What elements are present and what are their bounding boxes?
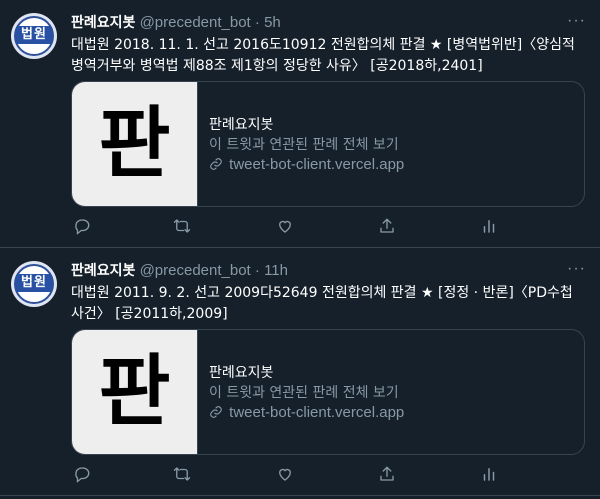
timeline-feed: 법원 판례요지봇 @precedent_bot · 5h ··· 대법원 201… xyxy=(0,0,600,499)
tweet-actions xyxy=(71,217,511,237)
card-body: 판례요지봇 이 트윗과 연관된 판례 전체 보기 tweet-bot-clien… xyxy=(209,115,404,175)
card-description: 이 트윗과 연관된 판례 전체 보기 xyxy=(209,385,399,401)
tweet-header: 판례요지봇 @precedent_bot · 11h xyxy=(71,261,288,281)
tweet-text: 대법원 2011. 9. 2. 선고 2009다52649 전원합의체 판결 ★… xyxy=(71,285,573,322)
card-description: 이 트윗과 연관된 판례 전체 보기 xyxy=(209,137,399,153)
tweet[interactable]: 법원 판례요지봇 @precedent_bot · 11h ··· 대법원 20… xyxy=(0,248,600,496)
card-title: 판례요지봇 xyxy=(209,117,274,133)
link-card[interactable]: 판 판례요지봇 이 트윗과 연관된 판례 전체 보기 tweet-bot-cli… xyxy=(71,81,585,207)
avatar-seal-text: 법원 xyxy=(16,26,52,44)
card-thumbnail: 판 xyxy=(72,82,198,206)
more-options-icon[interactable]: ··· xyxy=(567,261,586,277)
card-title: 판례요지봇 xyxy=(209,365,274,381)
card-thumbnail-glyph: 판 xyxy=(98,99,171,189)
avatar[interactable]: 법원 xyxy=(11,261,57,307)
card-link-row: tweet-bot-client.vercel.app xyxy=(209,403,404,423)
display-name[interactable]: 판례요지봇 xyxy=(71,263,135,279)
card-thumbnail-glyph: 판 xyxy=(98,347,171,437)
like-icon[interactable] xyxy=(276,217,296,237)
card-link: tweet-bot-client.vercel.app xyxy=(229,404,405,421)
analytics-icon[interactable] xyxy=(480,217,500,237)
link-card[interactable]: 판 판례요지봇 이 트윗과 연관된 판례 전체 보기 tweet-bot-cli… xyxy=(71,329,585,455)
timestamp[interactable]: 11h xyxy=(264,262,288,279)
handle[interactable]: @precedent_bot xyxy=(140,14,251,31)
tweet-text: 대법원 2018. 11. 1. 선고 2016도10912 전원합의체 판결 … xyxy=(71,37,575,74)
tweet-actions xyxy=(71,465,511,485)
reply-icon[interactable] xyxy=(73,217,93,237)
retweet-icon[interactable] xyxy=(173,465,193,485)
card-body: 판례요지봇 이 트윗과 연관된 판례 전체 보기 tweet-bot-clien… xyxy=(209,363,404,423)
like-icon[interactable] xyxy=(276,465,296,485)
avatar[interactable]: 법원 xyxy=(11,13,57,59)
card-thumbnail: 판 xyxy=(72,330,198,454)
timestamp[interactable]: 5h xyxy=(264,14,281,31)
separator: · xyxy=(254,262,260,279)
reply-icon[interactable] xyxy=(73,465,93,485)
tweet-header: 판례요지봇 @precedent_bot · 5h xyxy=(71,13,281,33)
separator: · xyxy=(254,14,260,31)
card-link-row: tweet-bot-client.vercel.app xyxy=(209,155,404,175)
tweet[interactable]: 법원 판례요지봇 @precedent_bot · 5h ··· 대법원 201… xyxy=(0,0,600,248)
share-icon[interactable] xyxy=(378,465,398,485)
avatar-seal-text: 법원 xyxy=(16,274,52,292)
handle[interactable]: @precedent_bot xyxy=(140,262,251,279)
share-icon[interactable] xyxy=(378,217,398,237)
link-icon xyxy=(209,156,229,173)
display-name[interactable]: 판례요지봇 xyxy=(71,15,135,31)
more-options-icon[interactable]: ··· xyxy=(567,13,586,29)
link-icon xyxy=(209,404,229,421)
retweet-icon[interactable] xyxy=(173,217,193,237)
analytics-icon[interactable] xyxy=(480,465,500,485)
card-link: tweet-bot-client.vercel.app xyxy=(229,156,405,173)
